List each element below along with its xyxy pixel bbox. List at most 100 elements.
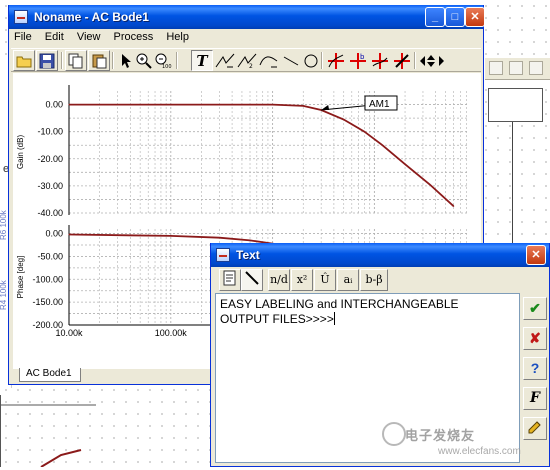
phase-series-line-point xyxy=(68,233,70,236)
gain-series-line-point xyxy=(343,118,345,121)
subscript-button[interactable]: aᵢ xyxy=(337,269,359,291)
cursor-peak-icon[interactable] xyxy=(391,50,413,71)
text-tool-icon[interactable]: T xyxy=(191,50,213,71)
background-tool-button[interactable] xyxy=(489,61,503,75)
text-caret xyxy=(333,312,335,325)
annotation-arrowhead xyxy=(321,104,330,110)
gain-tick-label: -30.00 xyxy=(37,181,63,191)
curve-tool-icon[interactable] xyxy=(214,50,236,71)
gain-series-line-point xyxy=(271,103,274,106)
toolbar-separator xyxy=(176,52,178,69)
open-folder-icon[interactable] xyxy=(13,50,35,71)
gain-series-line-point xyxy=(363,131,366,133)
text-dialog: Text ✕ n/d x² Û aᵢ b-β EASY LABELING and… xyxy=(210,243,550,467)
line-tool-icon[interactable] xyxy=(280,50,302,71)
pen-icon[interactable] xyxy=(241,269,263,291)
help-icon[interactable]: ? xyxy=(523,357,547,380)
copy-icon[interactable] xyxy=(65,50,87,71)
svg-text:2: 2 xyxy=(249,63,253,69)
curve-tool-2-icon[interactable]: 2 xyxy=(236,50,258,71)
maximize-button[interactable]: □ xyxy=(445,7,465,27)
cancel-x-icon[interactable]: ✘ xyxy=(523,327,547,350)
close-button[interactable]: ✕ xyxy=(465,7,485,27)
phase-tick-label: -150.00 xyxy=(32,297,63,307)
app-icon xyxy=(216,248,230,262)
phase-series-line-point xyxy=(249,239,251,242)
mini-graph-trace xyxy=(40,449,82,468)
gain-series-line-point xyxy=(302,105,304,107)
superscript-button[interactable]: x² xyxy=(291,269,313,291)
menu-bar: File Edit View Process Help xyxy=(9,29,483,47)
text-format-toolbar: n/d x² Û aᵢ b-β xyxy=(213,269,516,293)
ok-check-icon[interactable]: ✔ xyxy=(523,297,547,320)
app-icon xyxy=(14,10,28,24)
zoom-in-icon[interactable] xyxy=(133,50,155,71)
background-tool-button[interactable] xyxy=(529,61,543,75)
gain-series-line-point xyxy=(381,144,384,146)
text-dialog-title-bar[interactable]: Text ✕ xyxy=(211,243,549,267)
cursor-b-icon[interactable]: b xyxy=(347,50,369,71)
window-title: Noname - AC Bode1 xyxy=(34,10,149,24)
gain-series-line xyxy=(69,103,455,207)
phase-series-line-point xyxy=(170,235,172,237)
toolbar-separator xyxy=(61,52,63,69)
save-icon[interactable] xyxy=(36,50,58,71)
background-mini-graph-svg xyxy=(1,404,96,468)
svg-text:100: 100 xyxy=(162,64,172,69)
zoom-100-icon[interactable]: 100 xyxy=(153,50,175,71)
text-box-icon[interactable] xyxy=(219,269,241,291)
main-toolbar: 100 T 2 b xyxy=(11,48,481,72)
font-icon[interactable]: F xyxy=(523,387,547,410)
x-tick-label: 100.00k xyxy=(155,328,188,338)
text-value: EASY LABELING and INTERCHANGEABLE OUTPUT… xyxy=(220,297,459,326)
background-toolbar xyxy=(485,58,550,80)
gain-tick-label: -20.00 xyxy=(37,154,63,164)
close-button[interactable]: ✕ xyxy=(526,245,546,265)
background-tool-button[interactable] xyxy=(509,61,523,75)
phase-series-line-point xyxy=(218,237,220,239)
menu-help[interactable]: Help xyxy=(161,29,194,43)
minimize-button[interactable]: _ xyxy=(425,7,445,27)
gain-axis-title: Gain (dB) xyxy=(16,135,25,170)
menu-edit[interactable]: Edit xyxy=(40,29,69,43)
paste-icon[interactable] xyxy=(88,50,110,71)
pencil-icon[interactable] xyxy=(523,417,547,440)
x-tick-label: 10.00k xyxy=(55,328,83,338)
watermark-logo-icon xyxy=(382,422,406,446)
curve-tool-3-icon[interactable] xyxy=(258,50,280,71)
menu-file[interactable]: File xyxy=(9,29,37,43)
gain-series-line-point xyxy=(429,183,431,186)
annotation-label: AM1 xyxy=(369,99,390,110)
bode-title-bar[interactable]: Noname - AC Bode1 _ □ ✕ xyxy=(9,5,485,29)
cursor-cross-icon[interactable] xyxy=(325,50,347,71)
gain-tick-label: -10.00 xyxy=(37,127,63,137)
tab-ac-bode1[interactable]: AC Bode1 xyxy=(19,368,81,382)
greek-button[interactable]: b-β xyxy=(360,269,388,291)
menu-view[interactable]: View xyxy=(72,29,106,43)
phase-axis-title: Phase [deg] xyxy=(16,256,25,299)
fraction-button[interactable]: n/d xyxy=(268,269,290,291)
circle-tool-icon[interactable] xyxy=(300,50,322,71)
watermark-text: 电子发烧友 xyxy=(405,428,476,443)
gain-series-line-point xyxy=(453,205,455,207)
accent-button[interactable]: Û xyxy=(314,269,336,291)
gain-tick-label: 0.00 xyxy=(45,100,63,110)
phase-tick-label: -100.00 xyxy=(32,274,63,284)
phase-tick-label: 0.00 xyxy=(45,229,63,239)
gain-series-line-point xyxy=(68,103,70,106)
watermark-url: www.elecfans.com xyxy=(438,446,521,457)
background-mini-graph xyxy=(0,395,96,468)
svg-text:b: b xyxy=(360,53,365,61)
background-component xyxy=(488,88,543,122)
gain-series-line-point xyxy=(404,163,406,165)
toolbar-separator xyxy=(414,52,416,69)
gain-tick-label: -40.00 xyxy=(37,208,63,218)
nav-arrows-icon[interactable] xyxy=(417,50,447,71)
background-wire xyxy=(512,122,513,262)
gain-series-line-point xyxy=(170,103,172,106)
dialog-title: Text xyxy=(236,248,260,262)
cursor-add-icon[interactable] xyxy=(369,50,391,71)
phase-tick-label: -50.00 xyxy=(37,251,63,261)
menu-process[interactable]: Process xyxy=(109,29,159,43)
toolbar-separator xyxy=(112,52,114,69)
